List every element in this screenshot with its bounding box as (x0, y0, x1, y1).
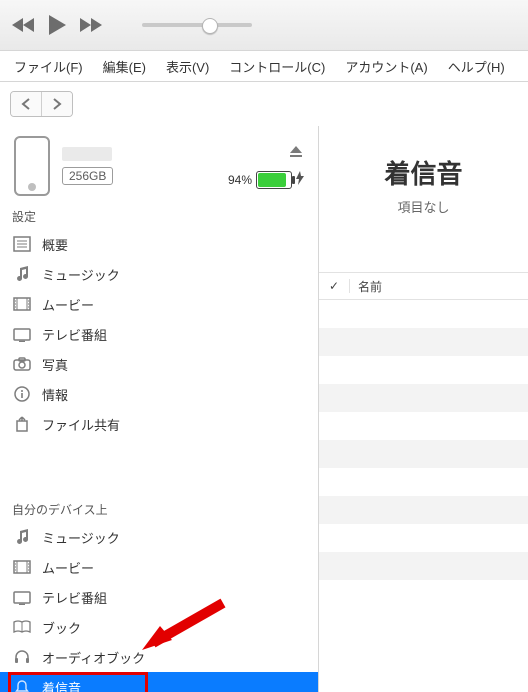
play-button[interactable] (46, 14, 68, 36)
tv-icon (12, 326, 32, 342)
section-on-device-heading: 自分のデバイス上 (0, 495, 318, 522)
info-icon (12, 386, 32, 402)
music-icon (12, 529, 32, 545)
sidebar-item-label: ブック (42, 618, 81, 637)
settings-item-2[interactable]: ムービー (0, 289, 318, 319)
settings-item-3[interactable]: テレビ番組 (0, 319, 318, 349)
share-icon (12, 416, 32, 432)
menu-file[interactable]: ファイル(F) (4, 57, 93, 76)
book-icon (12, 620, 32, 634)
battery-icon (256, 171, 292, 189)
on-device-item-2[interactable]: テレビ番組 (0, 582, 318, 612)
previous-button[interactable] (12, 16, 36, 34)
film-icon (12, 297, 32, 311)
bell-icon (12, 679, 32, 692)
headphones-icon (12, 649, 32, 665)
playback-bar (0, 0, 528, 51)
music-icon (12, 266, 32, 282)
section-settings-heading: 設定 (0, 202, 318, 229)
camera-icon (12, 357, 32, 371)
next-button[interactable] (78, 16, 102, 34)
sidebar-item-label: 着信音 (42, 678, 81, 692)
volume-slider[interactable] (142, 23, 252, 27)
menu-controls[interactable]: コントロール(C) (219, 57, 335, 76)
nav-row (0, 82, 528, 126)
on-device-item-4[interactable]: オーディオブック (0, 642, 318, 672)
device-name-placeholder (62, 147, 112, 161)
on-device-item-0[interactable]: ミュージック (0, 522, 318, 552)
menu-view[interactable]: 表示(V) (156, 57, 219, 76)
menu-account[interactable]: アカウント(A) (335, 57, 437, 76)
column-check[interactable]: ✓ (319, 279, 350, 293)
sidebar-item-label: ムービー (42, 295, 94, 314)
device-capacity-badge: 256GB (62, 167, 113, 185)
nav-back-button[interactable] (11, 92, 41, 116)
list-icon (12, 236, 32, 252)
on-device-item-5[interactable]: 着信音 (0, 672, 318, 692)
device-icon (14, 136, 50, 196)
charging-icon (296, 171, 304, 188)
content-pane: 着信音 項目なし ✓ 名前 (319, 126, 528, 692)
table-header: ✓ 名前 (319, 272, 528, 300)
table-body (319, 300, 528, 580)
on-device-item-3[interactable]: ブック (0, 612, 318, 642)
on-device-item-1[interactable]: ムービー (0, 552, 318, 582)
content-title: 着信音 (319, 154, 528, 191)
tv-icon (12, 589, 32, 605)
sidebar-item-label: ミュージック (42, 528, 120, 547)
settings-item-6[interactable]: ファイル共有 (0, 409, 318, 439)
settings-item-5[interactable]: 情報 (0, 379, 318, 409)
sidebar-item-label: ミュージック (42, 265, 120, 284)
sidebar-item-label: 概要 (42, 235, 68, 254)
sidebar: 256GB 94% (0, 126, 319, 692)
sidebar-item-label: オーディオブック (42, 648, 145, 667)
device-header: 256GB 94% (0, 126, 318, 202)
sidebar-item-label: テレビ番組 (42, 588, 107, 607)
nav-forward-button[interactable] (41, 92, 72, 116)
settings-item-4[interactable]: 写真 (0, 349, 318, 379)
sidebar-item-label: ファイル共有 (42, 415, 120, 434)
sidebar-item-label: テレビ番組 (42, 325, 107, 344)
content-subtitle: 項目なし (319, 197, 528, 216)
sidebar-item-label: 情報 (42, 385, 68, 404)
battery-percent-label: 94% (228, 173, 252, 187)
menu-help[interactable]: ヘルプ(H) (438, 57, 515, 76)
sidebar-item-label: ムービー (42, 558, 94, 577)
menu-edit[interactable]: 編集(E) (93, 57, 156, 76)
sidebar-item-label: 写真 (42, 355, 68, 374)
settings-item-1[interactable]: ミュージック (0, 259, 318, 289)
settings-item-0[interactable]: 概要 (0, 229, 318, 259)
column-name[interactable]: 名前 (350, 278, 382, 295)
film-icon (12, 560, 32, 574)
menu-bar: ファイル(F) 編集(E) 表示(V) コントロール(C) アカウント(A) ヘ… (0, 51, 528, 82)
eject-button[interactable] (288, 144, 304, 163)
